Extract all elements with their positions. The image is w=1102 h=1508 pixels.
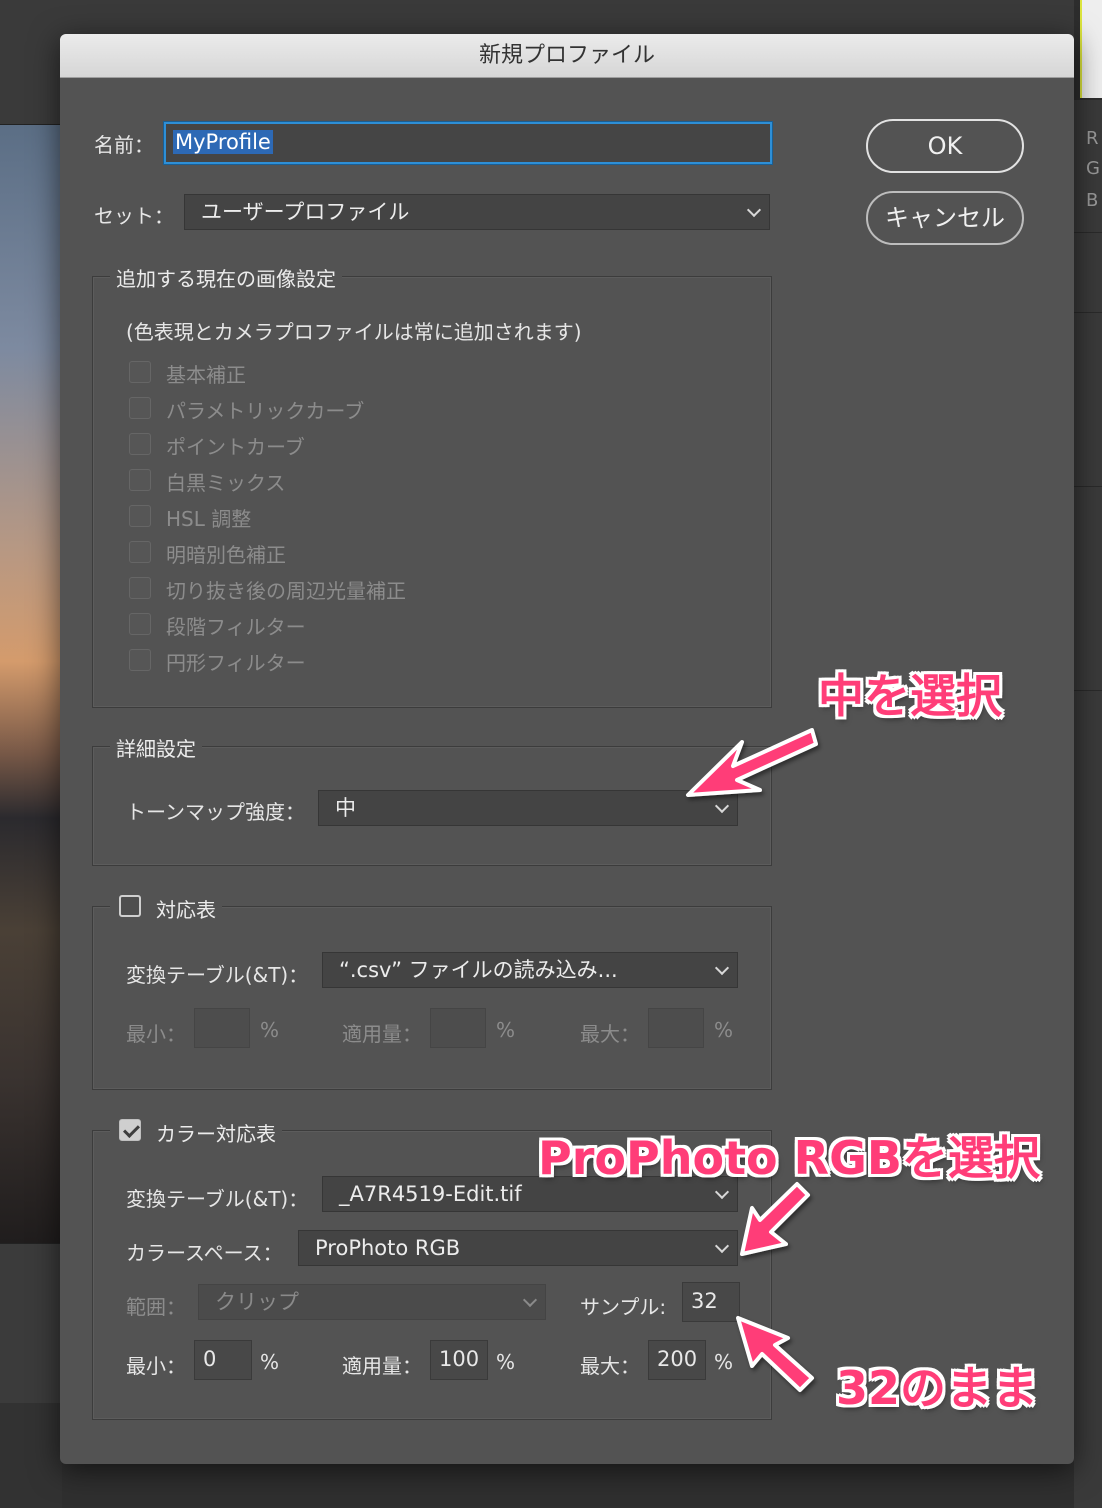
color-table-value: _A7R4519-Edit.tif	[339, 1182, 522, 1206]
annotation-select-prophoto: ProPhoto RGBを選択	[538, 1131, 1040, 1185]
dialog-title: 新規プロファイル	[478, 43, 655, 68]
lookup-min-percent: %	[260, 1018, 280, 1042]
color-max-input[interactable]: 200	[648, 1340, 706, 1380]
background-panel-bottom	[0, 1403, 62, 1508]
checkbox-parametric-curve[interactable]	[129, 397, 151, 419]
color-min-input[interactable]: 0	[194, 1340, 252, 1380]
chevron-down-icon	[714, 798, 730, 814]
name-value: MyProfile	[173, 130, 273, 154]
cancel-button[interactable]: キャンセル	[866, 191, 1024, 245]
set-select[interactable]: ユーザープロファイル	[184, 194, 770, 230]
tonemap-value: 中	[335, 796, 356, 820]
label-point-curve: ポイントカーブ	[166, 435, 305, 459]
lookup-min-label: 最小：	[126, 1022, 186, 1046]
color-max-value: 200	[657, 1347, 698, 1371]
set-label: セット：	[94, 204, 174, 228]
tonemap-label: トーンマップ強度：	[126, 800, 305, 824]
tonemap-select[interactable]: 中	[318, 790, 738, 826]
checkbox-point-curve[interactable]	[129, 433, 151, 455]
background-panel	[0, 1243, 62, 1403]
lookup-checkbox[interactable]	[119, 895, 141, 917]
color-max-percent: %	[714, 1350, 734, 1374]
chevron-down-icon	[714, 960, 730, 976]
label-split-toning: 明暗別色補正	[166, 543, 286, 567]
lookup-max-percent: %	[714, 1018, 734, 1042]
lookup-max-input[interactable]	[648, 1008, 704, 1048]
image-settings-note: (色表現とカメラプロファイルは常に追加されます)	[126, 320, 582, 344]
color-amount-label: 適用量：	[342, 1354, 422, 1378]
set-value: ユーザープロファイル	[201, 200, 410, 224]
advanced-legend: 詳細設定	[110, 733, 202, 762]
bg-letter-r: R	[1086, 128, 1099, 149]
color-amount-input[interactable]: 100	[430, 1340, 488, 1380]
color-lookup-checkbox[interactable]	[119, 1119, 141, 1141]
lookup-legend: 対応表	[156, 898, 216, 922]
background-photo	[0, 125, 62, 1243]
range-label: 範囲：	[126, 1295, 186, 1319]
colorspace-value: ProPhoto RGB	[315, 1236, 461, 1260]
bg-letter-g: G	[1086, 158, 1100, 179]
checkbox-split-toning[interactable]	[129, 541, 151, 563]
image-settings-legend: 追加する現在の画像設定	[110, 263, 342, 292]
lookup-group	[92, 906, 772, 1090]
sample-input[interactable]: 32	[682, 1282, 740, 1322]
new-profile-dialog: 新規プロファイル 名前： MyProfile セット： ユーザープロファイル O…	[60, 34, 1074, 1464]
chevron-down-icon	[714, 1238, 730, 1254]
color-min-label: 最小：	[126, 1354, 186, 1378]
annotation-keep-32: 32のまま	[836, 1361, 1039, 1415]
lookup-amount-input[interactable]	[430, 1008, 486, 1048]
chevron-down-icon	[746, 202, 762, 218]
chevron-down-icon	[522, 1292, 538, 1308]
label-post-crop-vignette: 切り抜き後の周辺光量補正	[166, 579, 406, 603]
sample-value: 32	[691, 1289, 718, 1313]
ok-button[interactable]: OK	[866, 119, 1024, 173]
checkbox-radial-filter[interactable]	[129, 649, 151, 671]
background-right-top	[1074, 0, 1102, 100]
colorspace-label: カラースペース：	[126, 1241, 283, 1265]
annotation-select-medium: 中を選択	[818, 669, 1002, 723]
label-graduated-filter: 段階フィルター	[166, 615, 306, 639]
checkbox-basic[interactable]	[129, 361, 151, 383]
name-input[interactable]: MyProfile	[164, 122, 772, 164]
color-max-label: 最大：	[580, 1354, 640, 1378]
range-value: クリップ	[215, 1290, 299, 1314]
lookup-min-input[interactable]	[194, 1008, 250, 1048]
sample-label: サンプル:	[580, 1295, 667, 1319]
label-radial-filter: 円形フィルター	[166, 651, 306, 675]
lookup-table-select[interactable]: “.csv” ファイルの読み込み...	[322, 952, 738, 988]
name-label: 名前：	[94, 133, 154, 157]
dialog-titlebar: 新規プロファイル	[60, 34, 1074, 78]
color-min-percent: %	[260, 1350, 280, 1374]
lookup-table-label: 変換テーブル(&T)：	[126, 963, 309, 987]
lookup-amount-percent: %	[496, 1018, 516, 1042]
color-amount-value: 100	[439, 1347, 480, 1371]
lookup-amount-label: 適用量：	[342, 1022, 422, 1046]
label-basic: 基本補正	[166, 363, 246, 387]
checkbox-graduated-filter[interactable]	[129, 613, 151, 635]
lookup-max-label: 最大：	[580, 1022, 640, 1046]
label-bw-mix: 白黒ミックス	[166, 471, 286, 495]
bg-letter-b: B	[1086, 190, 1099, 211]
checkbox-post-crop-vignette[interactable]	[129, 577, 151, 599]
lookup-table-value: “.csv” ファイルの読み込み...	[339, 958, 618, 982]
checkbox-hsl[interactable]	[129, 505, 151, 527]
color-lookup-legend: カラー対応表	[156, 1122, 276, 1146]
color-amount-percent: %	[496, 1350, 516, 1374]
checkbox-bw-mix[interactable]	[129, 469, 151, 491]
color-table-label: 変換テーブル(&T)：	[126, 1187, 309, 1211]
label-parametric-curve: パラメトリックカーブ	[166, 399, 365, 423]
color-min-value: 0	[203, 1347, 217, 1371]
label-hsl: HSL 調整	[166, 507, 252, 531]
colorspace-select[interactable]: ProPhoto RGB	[298, 1230, 738, 1266]
range-select[interactable]: クリップ	[198, 1284, 546, 1320]
